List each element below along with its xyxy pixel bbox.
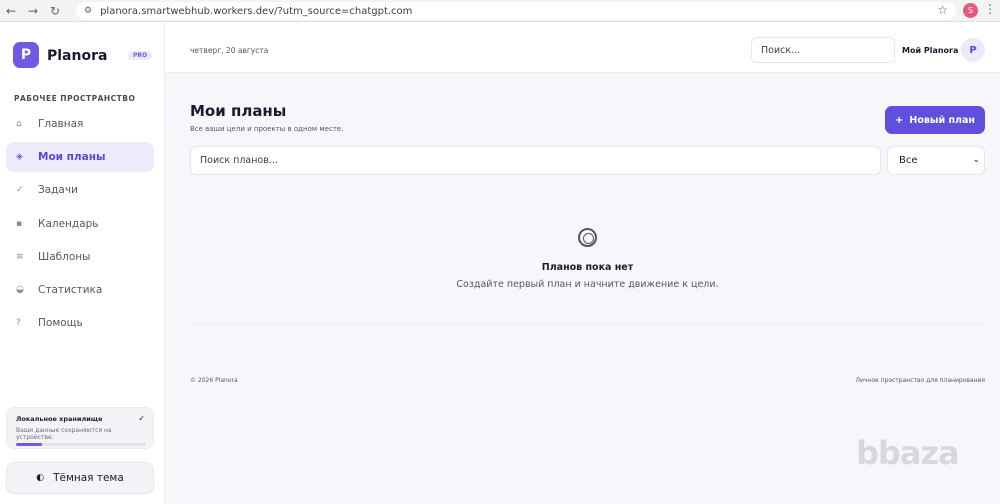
browser-profile-avatar[interactable]: S bbox=[963, 3, 978, 18]
site-settings-icon[interactable]: ⚙ bbox=[84, 6, 92, 16]
filter-selected-value: Все bbox=[899, 155, 918, 166]
calendar-icon: ▪ bbox=[16, 218, 23, 229]
plus-icon: + bbox=[895, 114, 904, 126]
help-icon: ? bbox=[16, 318, 21, 329]
bookmark-star-icon[interactable]: ☆ bbox=[937, 3, 948, 17]
dark-theme-button[interactable]: ◐ Тёмная тема bbox=[6, 462, 154, 494]
new-plan-label: Новый план bbox=[909, 114, 975, 126]
header-search-input[interactable]: Поиск... bbox=[751, 37, 895, 63]
check-icon: ✓ bbox=[138, 414, 145, 423]
page-title: Мои планы bbox=[190, 102, 287, 120]
sidebar-item-label: Помощь bbox=[38, 317, 83, 330]
sidebar-item-statistics[interactable]: ◒ Статистика bbox=[6, 275, 154, 305]
diamond-icon: ◈ bbox=[16, 152, 23, 163]
home-icon: ⌂ bbox=[16, 119, 22, 129]
url-text: planora.smartwebhub.workers.dev/?utm_sou… bbox=[100, 5, 413, 17]
chevron-down-icon: ⌄ bbox=[972, 155, 980, 165]
address-bar[interactable]: ⚙ planora.smartwebhub.workers.dev/?utm_s… bbox=[76, 2, 956, 20]
footer-tagline: Личное пространство для планирования bbox=[855, 377, 985, 384]
sidebar-item-tasks[interactable]: ✓ Задачи bbox=[6, 175, 154, 205]
back-arrow-icon[interactable]: ← bbox=[0, 0, 22, 22]
browser-menu-icon[interactable]: ⋮ bbox=[984, 2, 996, 16]
watermark: bbaza bbox=[856, 434, 960, 472]
check-icon: ✓ bbox=[16, 185, 24, 196]
pro-badge: PRO bbox=[128, 51, 153, 60]
sidebar-item-label: Главная bbox=[38, 118, 84, 130]
top-header: четверг, 20 августа Поиск... Мой Planora… bbox=[165, 22, 1000, 73]
username[interactable]: Мой Planora bbox=[902, 46, 958, 55]
page-subtitle: Все ваши цели и проекты в одном месте. bbox=[190, 125, 344, 133]
storage-title: Локальное хранилище bbox=[16, 415, 103, 423]
new-plan-button[interactable]: + Новый план bbox=[885, 106, 985, 134]
storage-description: Ваши данные сохраняются на устройстве. bbox=[16, 427, 112, 441]
sidebar-item-label: Статистика bbox=[38, 283, 103, 296]
browser-toolbar: ← → ↻ ⚙ planora.smartwebhub.workers.dev/… bbox=[0, 0, 1000, 22]
sidebar: P Planora PRO РАБОЧЕЕ ПРОСТРАНСТВО ⌂ Гла… bbox=[0, 22, 165, 504]
storage-progress-bar bbox=[16, 443, 146, 446]
list-icon: ≡ bbox=[16, 251, 24, 262]
reload-icon[interactable]: ↻ bbox=[44, 0, 66, 22]
forward-arrow-icon[interactable]: → bbox=[22, 0, 44, 22]
sidebar-item-home[interactable]: ⌂ Главная bbox=[6, 109, 154, 139]
app-name: Planora bbox=[47, 48, 108, 64]
empty-state-title: Планов пока нет bbox=[541, 262, 634, 273]
sidebar-item-calendar[interactable]: ▪ Календарь bbox=[6, 209, 154, 239]
plan-search-input[interactable]: Поиск планов... bbox=[190, 146, 881, 175]
avatar[interactable]: P bbox=[961, 38, 985, 62]
target-icon bbox=[578, 228, 597, 247]
sidebar-item-label: Мои планы bbox=[38, 151, 106, 164]
sidebar-item-help[interactable]: ? Помощь bbox=[6, 308, 154, 338]
half-moon-icon: ◐ bbox=[36, 473, 45, 483]
empty-state-description: Создайте первый план и начните движение … bbox=[456, 279, 719, 290]
dark-theme-label: Тёмная тема bbox=[53, 472, 124, 484]
sidebar-item-templates[interactable]: ≡ Шаблоны bbox=[6, 242, 154, 272]
current-date: четверг, 20 августа bbox=[190, 46, 269, 55]
sidebar-section-title: РАБОЧЕЕ ПРОСТРАНСТВО bbox=[14, 94, 136, 103]
pie-chart-icon: ◒ bbox=[16, 284, 24, 295]
divider bbox=[190, 324, 985, 325]
storage-card: Локальное хранилище ✓ Ваши данные сохран… bbox=[6, 407, 154, 449]
sidebar-nav: ⌂ Главная ◈ Мои планы ✓ Задачи ▪ Календа… bbox=[6, 109, 154, 341]
logo-icon: P bbox=[13, 42, 39, 68]
sidebar-item-my-plans[interactable]: ◈ Мои планы bbox=[6, 142, 154, 173]
sidebar-item-label: Задачи bbox=[38, 184, 78, 197]
storage-progress-fill bbox=[16, 443, 42, 446]
sidebar-item-label: Календарь bbox=[38, 217, 99, 230]
sidebar-item-label: Шаблоны bbox=[38, 250, 91, 263]
footer-copyright: © 2026 Planora bbox=[190, 377, 238, 384]
status-filter-select[interactable]: Все ⌄ bbox=[887, 146, 985, 175]
